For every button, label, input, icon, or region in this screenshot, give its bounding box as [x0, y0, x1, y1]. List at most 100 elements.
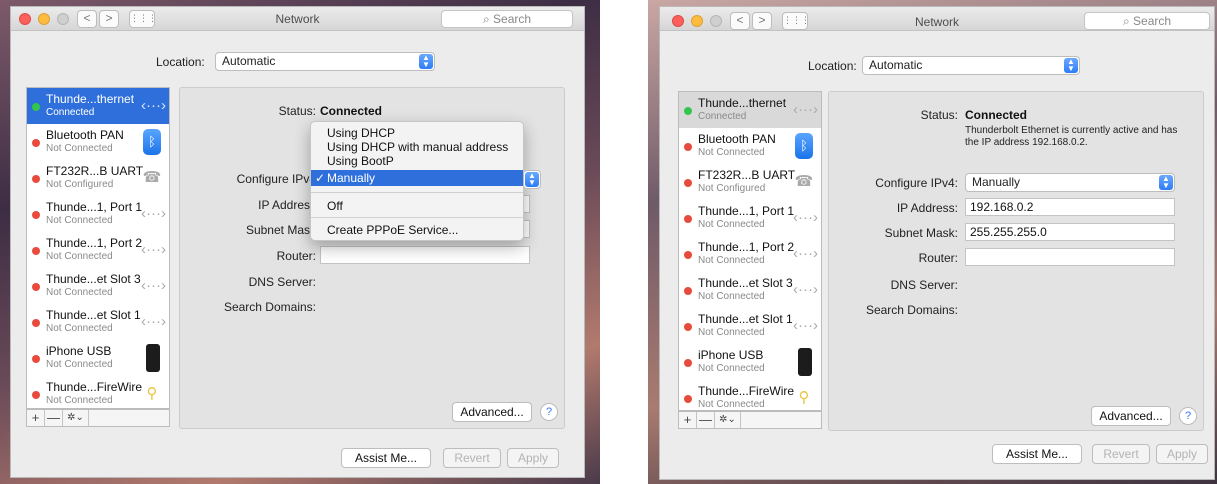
search-field[interactable]: ⌕ Search: [441, 10, 573, 28]
service-item[interactable]: iPhone USB Not Connected: [679, 344, 821, 380]
popup-arrows-icon: ▲ ▼: [419, 54, 433, 69]
details-panel: Status: Connected Thunderbolt Ethernet i…: [828, 91, 1204, 431]
ethernet-icon: ‹···›: [141, 313, 166, 330]
service-item[interactable]: Thunde...thernet Connected ‹···›: [27, 88, 169, 124]
configure-ipv4-popup-edge[interactable]: ▲ ▼: [523, 170, 541, 189]
service-status: Not Connected: [46, 395, 113, 406]
apply-button[interactable]: Apply: [1156, 444, 1208, 464]
service-item[interactable]: Bluetooth PAN Not Connected ᛒ: [27, 124, 169, 160]
service-item[interactable]: Thunde...et Slot 1 Not Connected ‹···›: [679, 308, 821, 344]
ethernet-icon: ‹···›: [141, 241, 166, 258]
title-bar: < > ⋮⋮⋮ Network ⌕ Search: [11, 7, 584, 31]
location-label: Location:: [156, 55, 205, 69]
popup-arrows-icon: ▲ ▼: [1064, 58, 1078, 73]
status-dot: [32, 391, 40, 399]
service-status: Not Connected: [46, 251, 113, 262]
modem-phone-icon: ☎: [142, 169, 162, 186]
service-item[interactable]: FT232R...B UART Not Configured ☎: [27, 160, 169, 196]
add-service-button[interactable]: +: [679, 412, 697, 428]
service-status: Not Configured: [46, 179, 114, 190]
service-item[interactable]: Thunde...1, Port 1 Not Connected ‹···›: [679, 200, 821, 236]
revert-button[interactable]: Revert: [1092, 444, 1150, 464]
assist-me-button[interactable]: Assist Me...: [341, 448, 431, 468]
service-name: iPhone USB: [698, 348, 764, 362]
search-icon: ⌕: [482, 12, 494, 26]
iphone-icon: [798, 348, 812, 376]
search-field[interactable]: ⌕ Search: [1084, 12, 1210, 30]
status-dot: [684, 287, 692, 295]
advanced-button[interactable]: Advanced...: [1091, 406, 1171, 426]
location-popup[interactable]: Automatic ▲ ▼: [862, 56, 1080, 75]
service-list-toolbar: + — ✲⌄: [678, 411, 822, 429]
service-item[interactable]: Bluetooth PAN Not Connected ᛒ: [679, 128, 821, 164]
configure-ipv4-label: Configure IPv4:: [875, 176, 958, 190]
service-status: Not Connected: [46, 323, 113, 334]
menu-item-manually[interactable]: ✓ Manually: [311, 170, 523, 186]
checkmark-icon: ✓: [315, 171, 326, 185]
ethernet-icon: ‹···›: [141, 205, 166, 222]
revert-button[interactable]: Revert: [443, 448, 501, 468]
menu-item-off[interactable]: Off: [311, 199, 523, 213]
advanced-button[interactable]: Advanced...: [452, 402, 532, 422]
menu-item-create-pppoe[interactable]: Create PPPoE Service...: [311, 223, 523, 237]
subnet-mask-label: Subnet Mask: [245, 223, 316, 237]
dns-server-label: DNS Server:: [890, 278, 958, 292]
apply-button[interactable]: Apply: [507, 448, 559, 468]
status-dot: [684, 179, 692, 187]
configure-ipv4-popup[interactable]: Manually ▲ ▼: [965, 173, 1175, 192]
service-item[interactable]: Thunde...1, Port 2 Not Connected ‹···›: [27, 232, 169, 268]
service-item[interactable]: Thunde...et Slot 3 Not Connected ‹···›: [27, 268, 169, 304]
remove-service-button[interactable]: —: [697, 412, 715, 428]
service-status: Not Configured: [698, 183, 766, 194]
subnet-mask-label: Subnet Mask:: [884, 226, 958, 240]
service-list: Thunde...thernet Connected ‹···› Bluetoo…: [26, 87, 170, 409]
subnet-mask-field[interactable]: 255.255.255.0: [965, 223, 1175, 241]
service-item[interactable]: FT232R...B UART Not Configured ☎: [679, 164, 821, 200]
status-value: Connected: [320, 104, 383, 118]
service-status: Not Connected: [46, 287, 113, 298]
service-item[interactable]: iPhone USB Not Connected: [27, 340, 169, 376]
bluetooth-icon: ᛒ: [143, 129, 161, 155]
router-field[interactable]: [965, 248, 1175, 266]
service-status: Not Connected: [698, 219, 765, 230]
service-name: iPhone USB: [46, 344, 112, 358]
status-description: Thunderbolt Ethernet is currently active…: [965, 125, 1178, 148]
status-dot: [684, 107, 692, 115]
configure-ipv4-label: Configure IPv4: [236, 172, 316, 186]
menu-item-using-bootp[interactable]: Using BootP: [311, 154, 523, 168]
service-item[interactable]: Thunde...et Slot 3 Not Connected ‹···›: [679, 272, 821, 308]
ip-address-label: IP Address: [258, 198, 316, 212]
remove-service-button[interactable]: —: [45, 410, 63, 426]
ethernet-icon: ‹···›: [141, 277, 166, 294]
assist-me-button[interactable]: Assist Me...: [992, 444, 1082, 464]
service-item[interactable]: Thunde...1, Port 1 Not Connected ‹···›: [27, 196, 169, 232]
menu-item-label: Manually: [327, 171, 376, 185]
ethernet-icon: ‹···›: [793, 281, 818, 298]
status-dot: [684, 323, 692, 331]
add-service-button[interactable]: +: [27, 410, 45, 426]
status-dot: [32, 139, 40, 147]
location-popup[interactable]: Automatic ▲ ▼: [215, 52, 435, 71]
service-item[interactable]: Thunde...et Slot 1 Not Connected ‹···›: [27, 304, 169, 340]
service-item[interactable]: Thunde...FireWire Not Connected ⚲: [27, 376, 169, 412]
service-name: Thunde...et Slot 3: [698, 276, 793, 290]
status-value: Connected: [965, 108, 1028, 122]
router-field[interactable]: [320, 246, 530, 264]
menu-item-dhcp-manual-address[interactable]: Using DHCP with manual address: [311, 140, 523, 154]
ip-address-field[interactable]: 192.168.0.2: [965, 198, 1175, 216]
gear-icon[interactable]: ✲⌄: [715, 412, 741, 428]
service-item[interactable]: Thunde...thernet Connected ‹···›: [679, 92, 821, 128]
ethernet-icon: ‹···›: [793, 245, 818, 262]
search-domains-label: Search Domains:: [865, 303, 958, 317]
help-button[interactable]: ?: [540, 403, 558, 421]
gear-icon[interactable]: ✲⌄: [63, 410, 89, 426]
firewire-icon: ⚲: [798, 389, 810, 406]
service-status: Not Connected: [46, 143, 113, 154]
menu-item-using-dhcp[interactable]: Using DHCP: [311, 126, 523, 140]
dns-server-label: DNS Server:: [248, 275, 316, 289]
help-button[interactable]: ?: [1179, 407, 1197, 425]
status-dot: [32, 283, 40, 291]
service-name: Thunde...1, Port 2: [46, 236, 143, 250]
status-dot: [684, 251, 692, 259]
service-item[interactable]: Thunde...1, Port 2 Not Connected ‹···›: [679, 236, 821, 272]
